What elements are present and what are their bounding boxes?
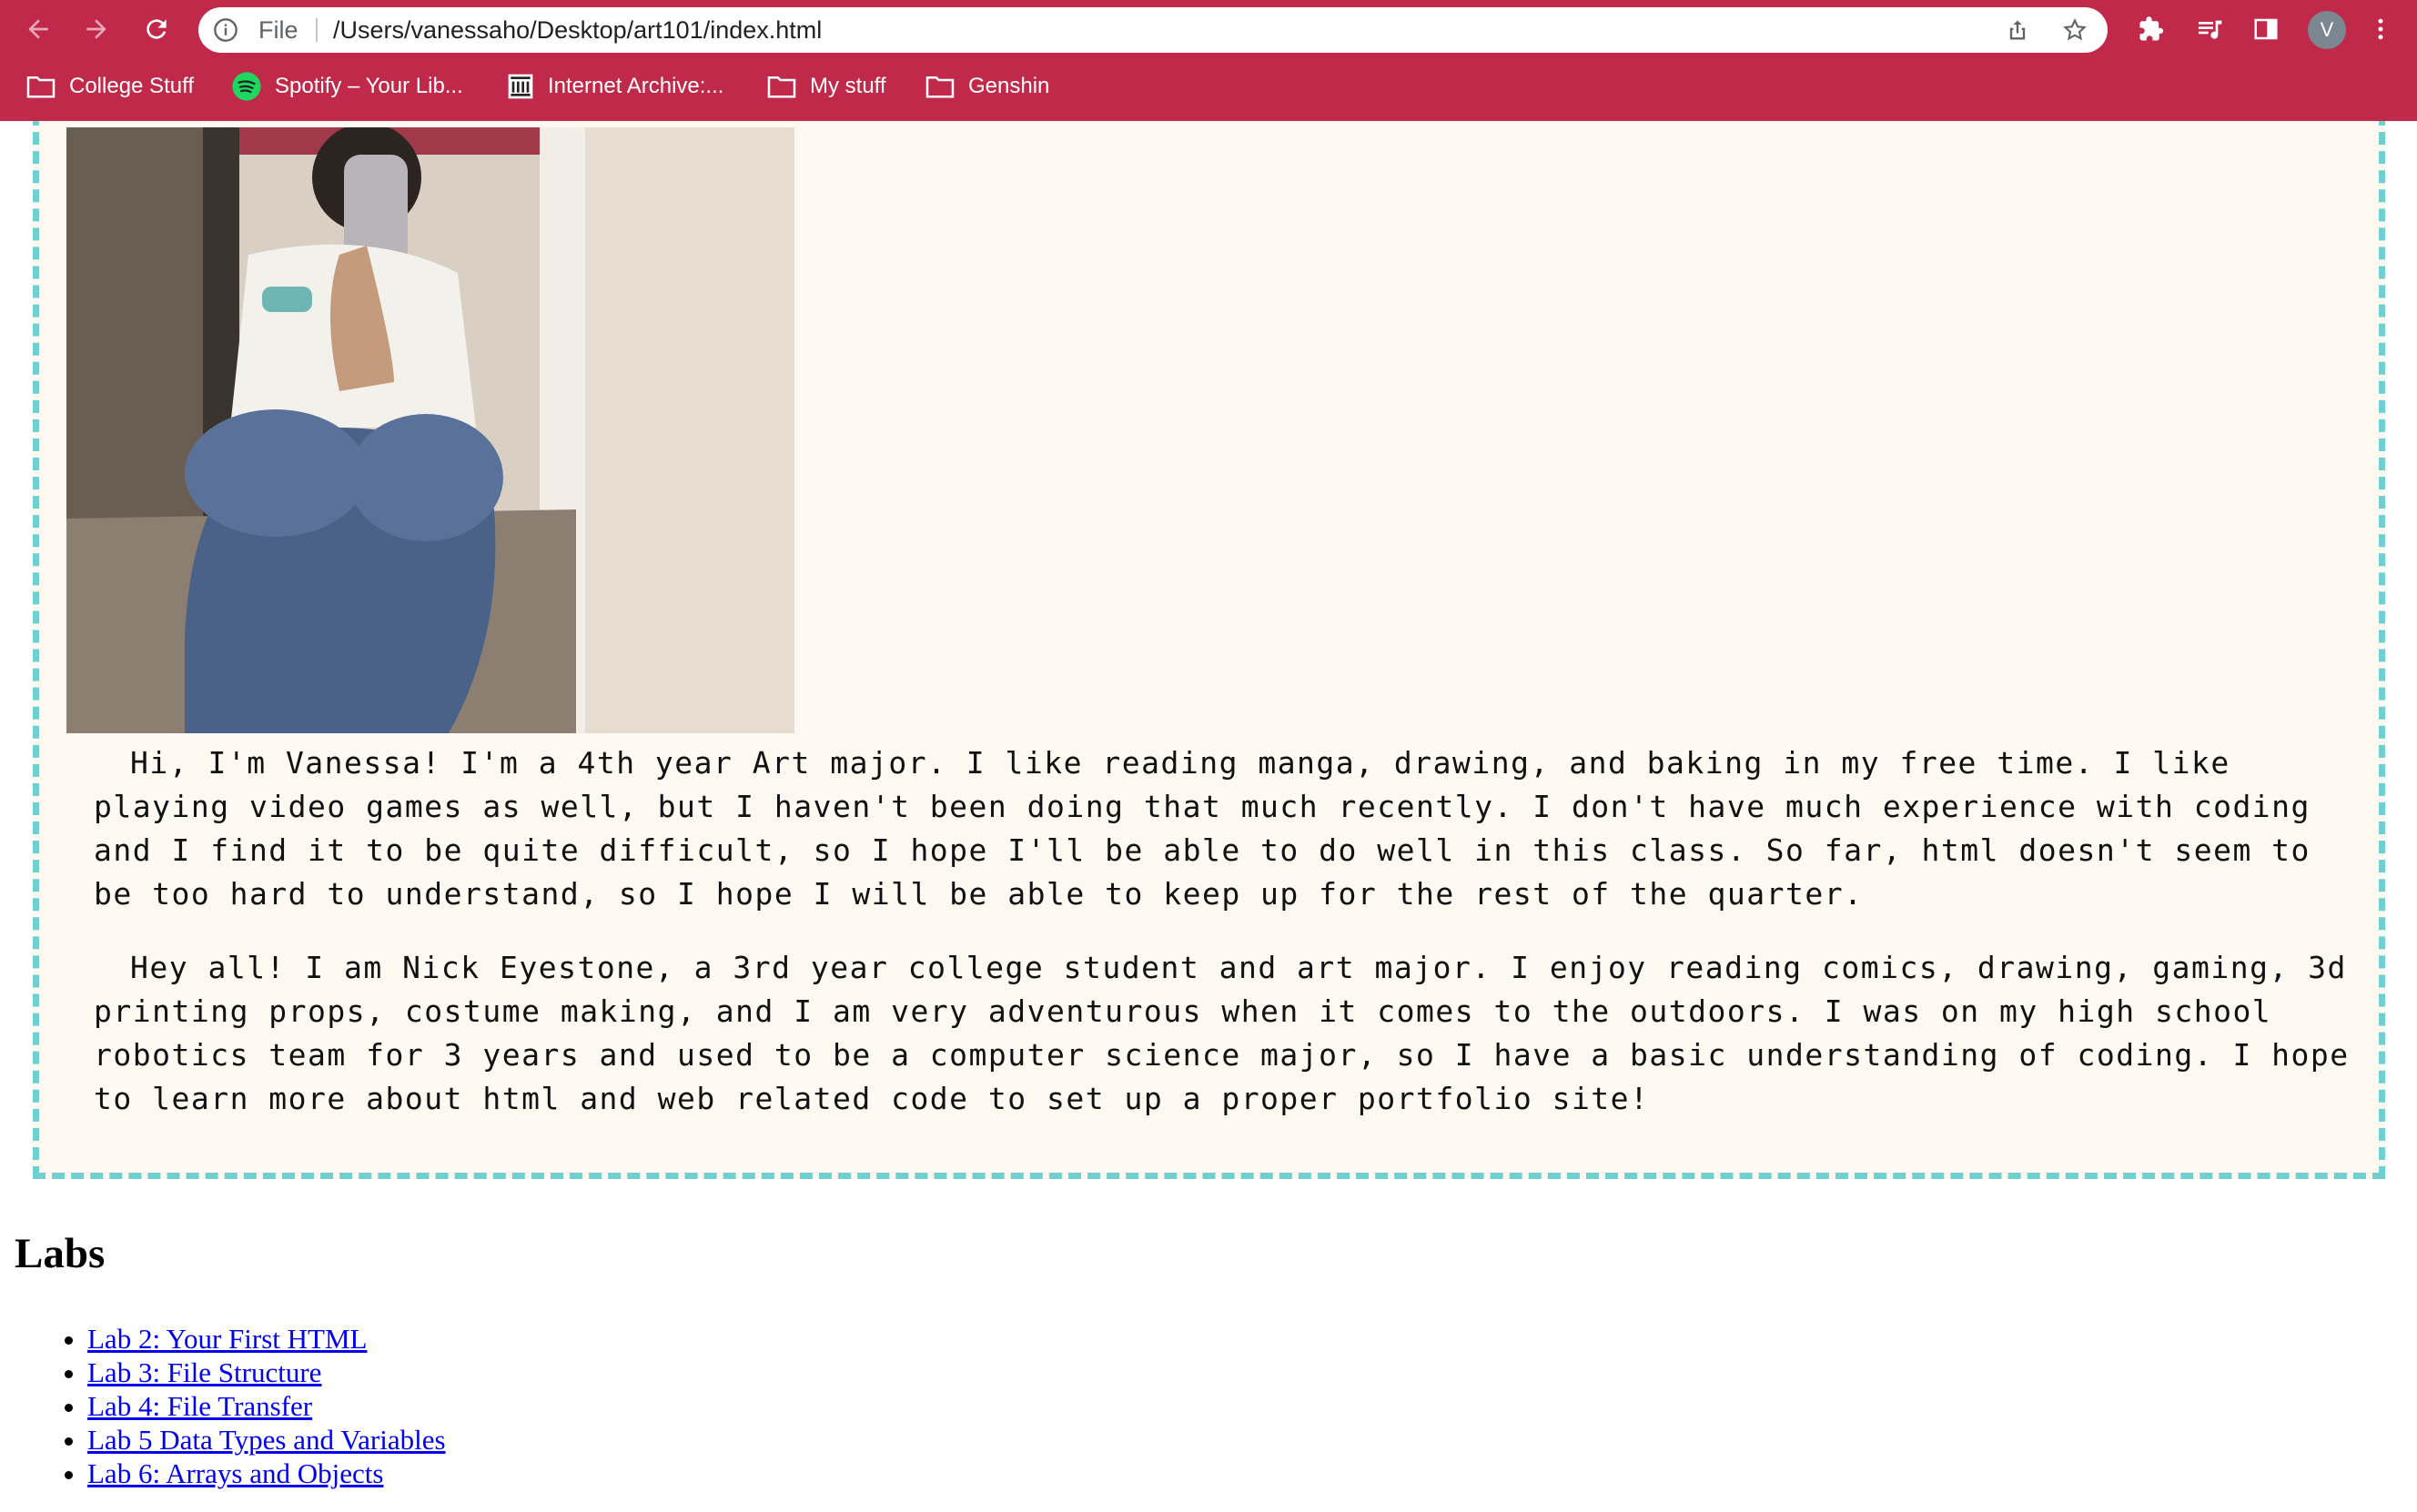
browser-chrome: File /Users/vanessaho/Desktop/art101/ind… (0, 0, 2417, 121)
bookmark-label: My stuff (810, 74, 886, 98)
labs-heading: Labs (15, 1230, 106, 1277)
folder-icon (767, 76, 796, 98)
spotify-icon (232, 72, 261, 101)
reload-button[interactable] (137, 9, 177, 49)
extensions-button[interactable] (2133, 11, 2169, 47)
reload-icon (147, 19, 167, 39)
list-item: Lab 5 Data Types and Variables (87, 1423, 446, 1457)
list-item: Lab 2: Your First HTML (87, 1322, 446, 1356)
forward-button[interactable] (76, 9, 116, 49)
lab-link[interactable]: Lab 4: File Transfer (87, 1390, 312, 1422)
bookmark-label: Spotify – Your Lib... (275, 74, 463, 98)
bookmark-label: College Stuff (69, 74, 194, 98)
puzzle-icon (2139, 16, 2164, 41)
list-item: Lab 4: File Transfer (87, 1389, 446, 1423)
folder-icon (925, 76, 955, 98)
address-separator (316, 18, 318, 42)
bio-nick: Hey all! I am Nick Eyestone, a 3rd year … (94, 950, 2350, 1116)
profile-avatar[interactable]: V (2308, 11, 2346, 49)
kebab-menu-icon (2378, 18, 2383, 40)
arrow-right-icon (86, 19, 106, 39)
page-viewport[interactable]: Hi, I'm Vanessa! I'm a 4th year Art majo… (0, 121, 2417, 1512)
side-panel-button[interactable] (2248, 11, 2284, 47)
archive-icon (508, 74, 533, 99)
lab-link[interactable]: Lab 5 Data Types and Variables (87, 1424, 446, 1456)
share-icon[interactable] (2005, 17, 2030, 43)
bookmark-college-stuff[interactable]: College Stuff (25, 66, 194, 107)
menu-button[interactable] (2362, 11, 2399, 47)
bookmark-spotify[interactable]: Spotify – Your Lib... (231, 66, 463, 107)
back-button[interactable] (18, 9, 58, 49)
list-item: Lab 3: File Structure (87, 1356, 446, 1389)
lab-link[interactable]: Lab 3: File Structure (87, 1356, 321, 1388)
star-icon[interactable] (2062, 17, 2088, 43)
side-panel-icon (2254, 18, 2278, 40)
address-bar[interactable]: File /Users/vanessaho/Desktop/art101/ind… (198, 7, 2108, 53)
arrow-left-icon (28, 19, 48, 39)
bookmark-internet-archive[interactable]: Internet Archive:... (506, 66, 723, 107)
labs-list: Lab 2: Your First HTML Lab 3: File Struc… (51, 1322, 446, 1490)
intro-card: Hi, I'm Vanessa! I'm a 4th year Art majo… (33, 121, 2385, 1179)
media-button[interactable] (2191, 11, 2228, 47)
mirror-selfie-image (66, 127, 794, 733)
profile-photo (66, 127, 794, 733)
bookmark-label: Internet Archive:... (548, 74, 724, 98)
bookmark-label: Genshin (968, 74, 1050, 98)
lab-link[interactable]: Lab 2: Your First HTML (87, 1323, 367, 1355)
bio-vanessa: Hi, I'm Vanessa! I'm a 4th year Art majo… (94, 745, 2311, 912)
lab-link[interactable]: Lab 6: Arrays and Objects (87, 1457, 383, 1489)
info-icon[interactable] (213, 17, 238, 43)
address-url[interactable]: /Users/vanessaho/Desktop/art101/index.ht… (333, 7, 822, 53)
bookmarks-bar: College Stuff Spotify – Your Lib... Inte… (0, 66, 2417, 107)
address-scheme: File (258, 16, 298, 44)
folder-icon (26, 76, 56, 98)
bookmark-my-stuff[interactable]: My stuff (766, 66, 886, 107)
list-item: Lab 6: Arrays and Objects (87, 1457, 446, 1490)
media-queue-icon (2199, 20, 2222, 39)
bookmark-genshin[interactable]: Genshin (925, 66, 1049, 107)
